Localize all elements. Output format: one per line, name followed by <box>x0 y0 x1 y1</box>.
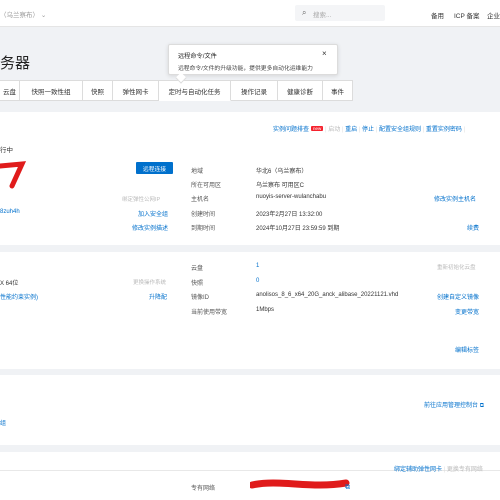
instance-status: 行中 <box>0 147 13 154</box>
add-security-group-link[interactable]: 加入安全组 <box>138 209 168 218</box>
tooltip-body: 远程命令/文件的升级功能，提供更多自动化运维能力 <box>178 66 313 72</box>
nav-icp[interactable]: ICP 备案 <box>454 10 480 20</box>
change-bandwidth-link[interactable]: 变更带宽 <box>455 307 479 316</box>
close-icon[interactable]: × <box>322 49 327 58</box>
bind-eip-link[interactable]: 绑定弹性公网IP <box>122 195 160 203</box>
field-label: 到期时间 <box>191 226 216 232</box>
troubleshoot-link[interactable]: 实例问题排查 <box>273 127 309 133</box>
instance-id[interactable]: 8zuh4h <box>0 209 20 215</box>
tab-disk[interactable]: 云盘 <box>0 80 20 101</box>
image-id-value: anolisos_8_6_x64_20G_anck_alibase_202211… <box>256 292 399 298</box>
field-label: 快照 <box>191 281 204 287</box>
nav-enterprise[interactable]: 企业 <box>487 10 500 20</box>
renew-link[interactable]: 续费 <box>467 223 479 232</box>
security-group-rules-link[interactable]: 配置安全组规则 <box>379 127 421 133</box>
search-placeholder: 搜索... <box>313 12 332 19</box>
upgrade-link[interactable]: 升降配 <box>149 292 167 301</box>
edit-tags-link[interactable]: 编辑标签 <box>455 345 479 354</box>
field-label: 所在可用区 <box>191 183 222 189</box>
feature-tooltip: 远程命令/文件 远程命令/文件的升级功能，提供更多自动化运维能力 × <box>168 44 338 75</box>
search-icon[interactable]: ⌕ <box>302 8 306 18</box>
bandwidth-value: 1Mbps <box>256 307 275 313</box>
field-value: 华北6（乌兰察布） <box>256 169 308 175</box>
tab-snapshot-group[interactable]: 快照一致性组 <box>20 80 83 101</box>
stop-button[interactable]: 停止 <box>362 127 374 133</box>
reset-password-link[interactable]: 重置实例密码 <box>426 127 462 133</box>
field-label: 创建时间 <box>191 212 216 218</box>
tab-health-diagnosis[interactable]: 健康诊断 <box>278 80 323 101</box>
disk-count[interactable]: 1 <box>256 263 259 269</box>
create-image-link[interactable]: 创建自定义镜像 <box>437 292 479 301</box>
copy-icon[interactable]: ⧉ <box>345 484 350 492</box>
modify-hostname-link[interactable]: 修改实例主机名 <box>434 194 476 203</box>
app-management-panel <box>0 375 500 445</box>
tab-operation-log[interactable]: 操作记录 <box>231 80 278 101</box>
search-input[interactable] <box>295 5 385 21</box>
redaction-mark <box>250 479 350 489</box>
page-title: 务器 <box>0 55 31 72</box>
instance-actions: 实例问题排查 new | 启动 | 重启 | 停止 | 配置安全组规则 | 重置实… <box>273 126 466 133</box>
external-link-icon: ⧉ <box>479 403 484 409</box>
reinit-disk-link[interactable]: 重新初始化云盘 <box>437 263 476 271</box>
expire-time-value: 2024年10月27日 23:59:59 到期 <box>256 226 340 232</box>
snapshot-count[interactable]: 0 <box>256 278 259 284</box>
field-label: 云盘 <box>191 266 204 272</box>
field-label: 地域 <box>191 169 204 175</box>
nav-beiyong[interactable]: 备用 <box>431 10 444 20</box>
new-badge: new <box>311 126 324 131</box>
tooltip-title: 远程命令/文件 <box>178 53 217 60</box>
config-panel <box>0 252 500 369</box>
os-value: X 64位 <box>0 281 19 287</box>
field-label: 主机名 <box>191 197 210 203</box>
field-value: 乌兰察布 可用区C <box>256 183 305 189</box>
top-bar: （乌兰察布） ⌄ ⌕ 搜索... 备用 ICP 备案 企业 <box>0 0 500 27</box>
tab-events[interactable]: 事件 <box>323 80 353 101</box>
created-time-value: 2023年2月27日 13:32:00 <box>256 212 323 218</box>
tab-scheduled-tasks[interactable]: 定时与自动化任务 <box>159 80 231 101</box>
group-link[interactable]: 组 <box>0 418 6 427</box>
region-selector[interactable]: （乌兰察布） ⌄ <box>0 9 46 19</box>
field-label: 专有网络 <box>191 486 216 492</box>
modify-description-link[interactable]: 修改实例描述 <box>132 223 168 232</box>
bind-eni-link[interactable]: 绑定辅助弹性网卡 <box>394 467 442 473</box>
remote-connect-button[interactable]: 远程连接 <box>136 162 173 174</box>
start-button[interactable]: 启动 <box>328 127 340 133</box>
change-os-link[interactable]: 更换操作系统 <box>133 278 166 286</box>
instance-type-link[interactable]: 性能约束实例) <box>0 292 38 301</box>
field-label: 镜像ID <box>191 295 210 301</box>
field-label: 当前使用带宽 <box>191 310 228 316</box>
hostname-value: nuoyis-server-wulanchabu <box>256 194 327 200</box>
network-actions: 绑定辅助弹性网卡 | 更换专有网络 <box>394 467 483 473</box>
network-panel <box>0 452 500 500</box>
tab-snapshot[interactable]: 快照 <box>83 80 113 101</box>
tab-eni[interactable]: 弹性网卡 <box>113 80 159 101</box>
restart-button[interactable]: 重启 <box>345 127 357 133</box>
redaction-mark <box>0 161 27 189</box>
chevron-down-icon: ⌄ <box>40 12 47 19</box>
change-vpc-link[interactable]: 更换专有网络 <box>447 467 483 473</box>
go-console-link[interactable]: 前往应用管理控制台 ⧉ <box>424 400 484 410</box>
